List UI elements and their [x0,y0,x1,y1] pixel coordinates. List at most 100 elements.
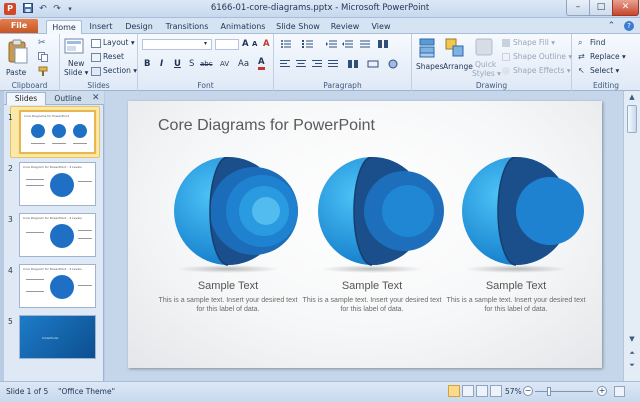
diagram-body[interactable]: This is a sample text. Insert your desir… [300,296,444,314]
layout-icon [91,39,101,48]
thumbnail-sphere [73,124,87,138]
tab-design[interactable]: Design [124,20,154,34]
thumbnail-title: Core Diagram for PowerPoint - 4 Levels [23,267,82,271]
shapes-button[interactable]: Shapes [416,37,443,81]
tab-outline[interactable]: Outline [48,93,88,105]
bold-button[interactable]: B [144,59,150,69]
slide-title[interactable]: Core Diagrams for PowerPoint [158,117,375,135]
maximize-button[interactable]: □ [589,0,613,16]
tab-file[interactable]: File [0,19,38,34]
character-spacing-button[interactable]: AV [220,60,229,68]
arrange-button[interactable]: Arrange [443,37,473,81]
diagram-body[interactable]: This is a sample text. Insert your desir… [156,296,300,314]
layout-button[interactable]: Layout ▾ [103,38,135,47]
slide-canvas[interactable]: Core Diagrams for PowerPoint Sample Text… [128,101,602,368]
ribbon-controls: ⌃ ? [608,21,634,31]
strikethrough-button[interactable]: abc [200,60,213,68]
minimize-button[interactable]: – [566,0,590,16]
next-slide-button[interactable]: ⏷ [624,359,640,371]
grow-font-button[interactable]: A [242,39,249,49]
cut-icon[interactable]: ✂ [38,38,50,48]
scrollbar-thumb[interactable] [627,105,637,133]
new-slide-button[interactable]: New Slide ▾ [64,37,90,81]
quick-styles-button[interactable]: Quick Styles ▾ [472,37,501,81]
redo-icon[interactable]: ↷ [51,3,63,15]
slide-thumbnail-2[interactable]: Core Diagram for PowerPoint - 4 Levels [19,162,96,206]
qat-dropdown-icon[interactable]: ▾ [64,3,76,15]
core-sphere-3-levels [318,157,444,273]
save-icon[interactable] [22,3,34,15]
zoom-slider[interactable] [535,391,593,392]
clear-formatting-button[interactable]: A [263,39,270,49]
change-case-button[interactable]: Aa [238,59,249,69]
underline-button[interactable]: U [174,59,181,69]
slide-thumbnail-1[interactable]: Core Diagrams for PowerPoint [19,110,96,154]
shape-fill-button[interactable]: Shape Fill ▾ [513,38,555,47]
tab-slides[interactable]: Slides [6,92,46,105]
shape-effects-icon [502,67,510,75]
shape-effects-button[interactable]: Shape Effects ▾ [513,66,571,75]
format-painter-icon[interactable] [38,66,50,76]
zoom-slider-thumb[interactable] [547,387,551,396]
paragraph-row-2 [280,59,406,69]
minimize-ribbon-icon[interactable]: ⌃ [608,21,616,31]
tab-view[interactable]: View [369,20,393,34]
slide-thumbnail-3[interactable]: Core Diagram for PowerPoint - 4 Levels [19,213,96,257]
tab-review[interactable]: Review [330,20,360,34]
slideshow-view-icon[interactable] [490,385,502,397]
replace-button[interactable]: Replace ▾ [590,52,626,61]
close-icon[interactable]: ✕ [92,92,100,104]
thumbnail-text-line [78,230,92,231]
diagram-heading[interactable]: Sample Text [300,280,444,292]
slide-thumbnail-5[interactable]: SlideModel [19,315,96,359]
copy-icon[interactable] [38,52,50,62]
vertical-scrollbar[interactable]: ▲ ▼ ⏶ ⏷ [623,91,640,381]
select-icon: ↖ [578,66,585,75]
slide-thumbnail-4[interactable]: Core Diagram for PowerPoint - 4 Levels [19,264,96,308]
reset-button[interactable]: Reset [103,52,124,61]
shapes-icon [419,38,435,58]
thumbnail-sphere [52,124,66,138]
thumbnail-number: 5 [8,317,13,326]
tab-transitions[interactable]: Transitions [163,20,211,34]
tab-insert[interactable]: Insert [88,20,114,34]
select-button[interactable]: Select ▾ [590,66,619,75]
zoom-level[interactable]: 57% [505,387,522,396]
zoom-in-button[interactable]: + [597,386,607,396]
fit-to-window-icon[interactable] [614,386,625,397]
close-button[interactable]: ✕ [612,0,639,16]
help-icon[interactable]: ? [624,21,634,31]
core-sphere-4-levels [174,157,298,273]
shape-outline-button[interactable]: Shape Outline ▾ [513,52,572,61]
diagram-heading[interactable]: Sample Text [156,280,300,292]
chevron-down-icon[interactable]: ▾ [204,40,207,47]
zoom-out-button[interactable]: − [523,386,533,396]
diagram-heading[interactable]: Sample Text [444,280,588,292]
paragraph-group-label: Paragraph [323,81,362,90]
undo-icon[interactable]: ↶ [37,3,49,15]
reading-view-icon[interactable] [476,385,488,397]
diagram-body[interactable]: This is a sample text. Insert your desir… [444,296,588,314]
theme-name[interactable]: "Office Theme" [58,387,115,396]
scroll-up-button[interactable]: ▲ [624,91,640,103]
italic-button[interactable]: I [160,59,163,69]
shadow-button[interactable]: S [189,59,194,69]
tab-home[interactable]: Home [46,20,82,34]
paste-label: Paste [6,68,27,77]
find-button[interactable]: Find [590,38,605,47]
shrink-font-button[interactable]: A [252,40,257,48]
tab-slide-show[interactable]: Slide Show [275,20,321,34]
section-button[interactable]: Section ▾ [103,66,137,75]
scroll-down-button[interactable]: ▼ [624,333,640,345]
font-size-combobox[interactable] [215,39,239,50]
previous-slide-button[interactable]: ⏶ [624,347,640,359]
font-name-combobox[interactable] [142,39,212,50]
thumbnail-number: 2 [8,164,13,173]
normal-view-icon[interactable] [448,385,460,397]
powerpoint-app-icon[interactable]: P [4,3,16,15]
paste-button[interactable]: Paste [6,38,30,78]
slide-sorter-view-icon[interactable] [462,385,474,397]
thumbnail-title: Core Diagram for PowerPoint - 4 Levels [23,216,82,220]
tab-animations[interactable]: Animations [219,20,267,34]
font-color-button[interactable]: A [258,58,265,70]
